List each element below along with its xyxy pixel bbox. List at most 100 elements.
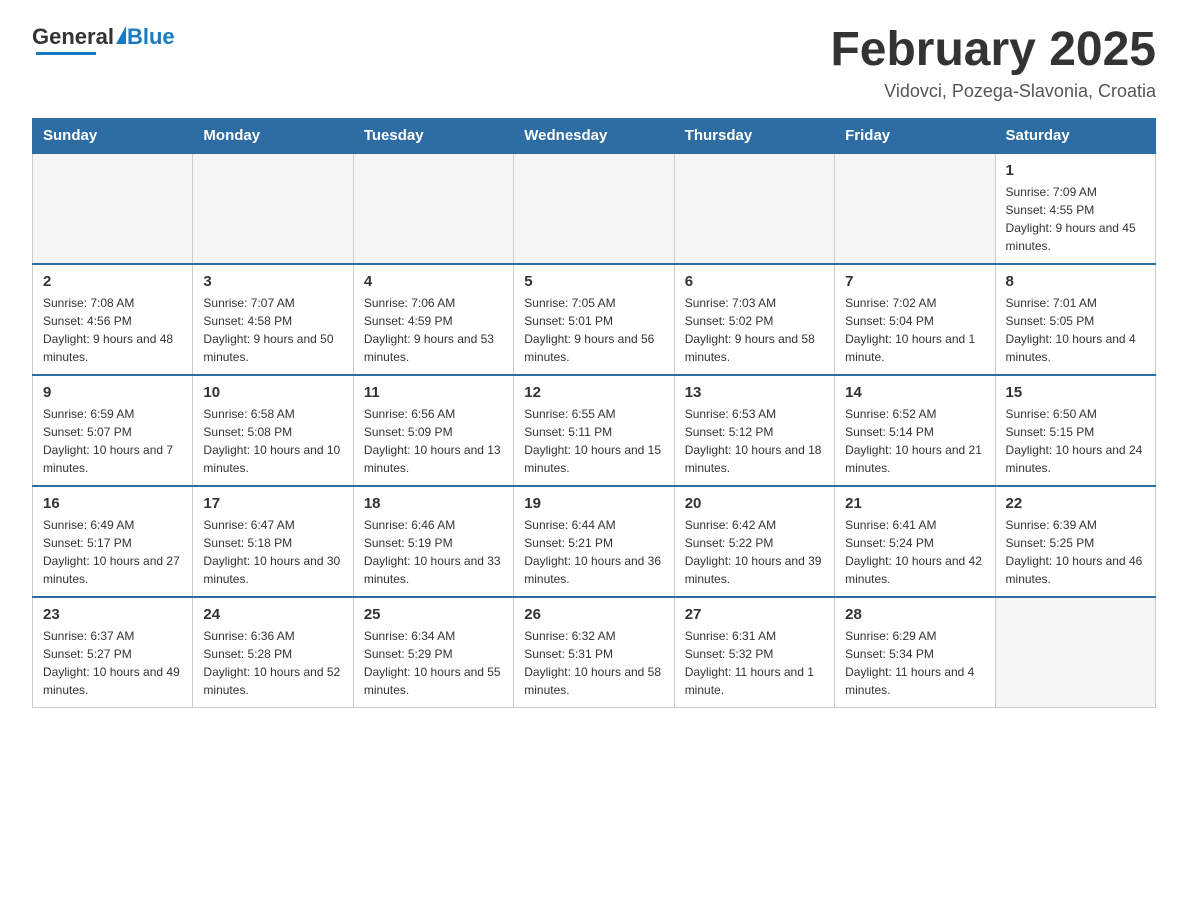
day-info: Sunrise: 6:49 AMSunset: 5:17 PMDaylight:… (43, 516, 182, 588)
day-number: 22 (1006, 495, 1145, 512)
calendar-cell (193, 153, 353, 264)
logo: General Blue (32, 24, 175, 55)
calendar-cell: 20 Sunrise: 6:42 AMSunset: 5:22 PMDayligh… (674, 486, 834, 597)
calendar-cell: 3 Sunrise: 7:07 AMSunset: 4:58 PMDaylight… (193, 264, 353, 375)
logo-general-text: General (32, 24, 114, 50)
calendar-cell: 21 Sunrise: 6:41 AMSunset: 5:24 PMDayligh… (835, 486, 995, 597)
col-saturday: Saturday (995, 118, 1155, 153)
day-info: Sunrise: 7:07 AMSunset: 4:58 PMDaylight:… (203, 294, 342, 366)
calendar-cell: 10 Sunrise: 6:58 AMSunset: 5:08 PMDayligh… (193, 375, 353, 486)
day-number: 14 (845, 384, 984, 401)
day-number: 27 (685, 606, 824, 623)
day-number: 21 (845, 495, 984, 512)
calendar-cell: 5 Sunrise: 7:05 AMSunset: 5:01 PMDaylight… (514, 264, 674, 375)
calendar-cell: 15Sunrise: 6:50 AMSunset: 5:15 PMDayligh… (995, 375, 1155, 486)
calendar-cell: 17 Sunrise: 6:47 AMSunset: 5:18 PMDayligh… (193, 486, 353, 597)
calendar-cell: 28Sunrise: 6:29 AMSunset: 5:34 PMDayligh… (835, 597, 995, 708)
day-number: 13 (685, 384, 824, 401)
day-info: Sunrise: 6:50 AMSunset: 5:15 PMDaylight:… (1006, 405, 1145, 477)
calendar-cell: 6 Sunrise: 7:03 AMSunset: 5:02 PMDaylight… (674, 264, 834, 375)
day-number: 24 (203, 606, 342, 623)
day-number: 19 (524, 495, 663, 512)
day-info: Sunrise: 6:42 AMSunset: 5:22 PMDaylight:… (685, 516, 824, 588)
calendar-cell: 16 Sunrise: 6:49 AMSunset: 5:17 PMDayligh… (33, 486, 193, 597)
logo-underline (36, 52, 96, 55)
day-info: Sunrise: 6:39 AMSunset: 5:25 PMDaylight:… (1006, 516, 1145, 588)
day-number: 26 (524, 606, 663, 623)
day-number: 5 (524, 273, 663, 290)
col-sunday: Sunday (33, 118, 193, 153)
calendar-cell (835, 153, 995, 264)
day-number: 16 (43, 495, 182, 512)
logo-triangle-icon (116, 26, 126, 44)
day-info: Sunrise: 6:31 AMSunset: 5:32 PMDaylight:… (685, 627, 824, 699)
calendar-header-row: Sunday Monday Tuesday Wednesday Thursday… (33, 118, 1156, 153)
col-tuesday: Tuesday (353, 118, 513, 153)
day-number: 25 (364, 606, 503, 623)
calendar-cell: 22 Sunrise: 6:39 AMSunset: 5:25 PMDayligh… (995, 486, 1155, 597)
day-info: Sunrise: 7:06 AMSunset: 4:59 PMDaylight:… (364, 294, 503, 366)
calendar-cell: 19 Sunrise: 6:44 AMSunset: 5:21 PMDayligh… (514, 486, 674, 597)
calendar-cell: 11 Sunrise: 6:56 AMSunset: 5:09 PMDayligh… (353, 375, 513, 486)
day-info: Sunrise: 6:53 AMSunset: 5:12 PMDaylight:… (685, 405, 824, 477)
day-number: 10 (203, 384, 342, 401)
day-info: Sunrise: 6:47 AMSunset: 5:18 PMDaylight:… (203, 516, 342, 588)
day-info: Sunrise: 6:55 AMSunset: 5:11 PMDaylight:… (524, 405, 663, 477)
day-info: Sunrise: 6:58 AMSunset: 5:08 PMDaylight:… (203, 405, 342, 477)
day-number: 7 (845, 273, 984, 290)
calendar-cell: 2 Sunrise: 7:08 AMSunset: 4:56 PMDaylight… (33, 264, 193, 375)
calendar-cell: 9 Sunrise: 6:59 AMSunset: 5:07 PMDaylight… (33, 375, 193, 486)
week-row-4: 16 Sunrise: 6:49 AMSunset: 5:17 PMDayligh… (33, 486, 1156, 597)
calendar-cell: 14 Sunrise: 6:52 AMSunset: 5:14 PMDayligh… (835, 375, 995, 486)
day-number: 4 (364, 273, 503, 290)
calendar-cell: 13 Sunrise: 6:53 AMSunset: 5:12 PMDayligh… (674, 375, 834, 486)
day-info: Sunrise: 7:05 AMSunset: 5:01 PMDaylight:… (524, 294, 663, 366)
day-info: Sunrise: 7:08 AMSunset: 4:56 PMDaylight:… (43, 294, 182, 366)
day-info: Sunrise: 6:52 AMSunset: 5:14 PMDaylight:… (845, 405, 984, 477)
day-number: 18 (364, 495, 503, 512)
day-number: 17 (203, 495, 342, 512)
day-info: Sunrise: 7:03 AMSunset: 5:02 PMDaylight:… (685, 294, 824, 366)
calendar-cell: 27 Sunrise: 6:31 AMSunset: 5:32 PMDayligh… (674, 597, 834, 708)
col-monday: Monday (193, 118, 353, 153)
col-friday: Friday (835, 118, 995, 153)
week-row-2: 2 Sunrise: 7:08 AMSunset: 4:56 PMDaylight… (33, 264, 1156, 375)
calendar-cell: 25 Sunrise: 6:34 AMSunset: 5:29 PMDayligh… (353, 597, 513, 708)
day-info: Sunrise: 6:59 AMSunset: 5:07 PMDaylight:… (43, 405, 182, 477)
day-info: Sunrise: 6:34 AMSunset: 5:29 PMDaylight:… (364, 627, 503, 699)
week-row-5: 23 Sunrise: 6:37 AMSunset: 5:27 PMDayligh… (33, 597, 1156, 708)
calendar-cell: 23 Sunrise: 6:37 AMSunset: 5:27 PMDayligh… (33, 597, 193, 708)
calendar-cell: 18Sunrise: 6:46 AMSunset: 5:19 PMDayligh… (353, 486, 513, 597)
day-number: 2 (43, 273, 182, 290)
calendar-cell: 26 Sunrise: 6:32 AMSunset: 5:31 PMDayligh… (514, 597, 674, 708)
day-number: 28 (845, 606, 984, 623)
calendar-cell: 24 Sunrise: 6:36 AMSunset: 5:28 PMDayligh… (193, 597, 353, 708)
col-thursday: Thursday (674, 118, 834, 153)
day-info: Sunrise: 6:37 AMSunset: 5:27 PMDaylight:… (43, 627, 182, 699)
calendar-table: Sunday Monday Tuesday Wednesday Thursday… (32, 118, 1156, 708)
location: Vidovci, Pozega-Slavonia, Croatia (830, 81, 1156, 102)
calendar-cell: 8 Sunrise: 7:01 AMSunset: 5:05 PMDaylight… (995, 264, 1155, 375)
day-number: 8 (1006, 273, 1145, 290)
day-number: 11 (364, 384, 503, 401)
day-info: Sunrise: 6:56 AMSunset: 5:09 PMDaylight:… (364, 405, 503, 477)
day-number: 23 (43, 606, 182, 623)
page-header: General Blue February 2025 Vidovci, Poze… (32, 24, 1156, 102)
day-number: 6 (685, 273, 824, 290)
day-info: Sunrise: 6:36 AMSunset: 5:28 PMDaylight:… (203, 627, 342, 699)
day-info: Sunrise: 7:01 AMSunset: 5:05 PMDaylight:… (1006, 294, 1145, 366)
day-number: 20 (685, 495, 824, 512)
day-number: 1 (1006, 162, 1145, 179)
calendar-cell: 1Sunrise: 7:09 AMSunset: 4:55 PMDaylight… (995, 153, 1155, 264)
week-row-1: 1Sunrise: 7:09 AMSunset: 4:55 PMDaylight… (33, 153, 1156, 264)
day-number: 9 (43, 384, 182, 401)
day-number: 3 (203, 273, 342, 290)
logo-blue-text: Blue (127, 24, 175, 50)
day-info: Sunrise: 6:32 AMSunset: 5:31 PMDaylight:… (524, 627, 663, 699)
calendar-cell (674, 153, 834, 264)
day-info: Sunrise: 6:41 AMSunset: 5:24 PMDaylight:… (845, 516, 984, 588)
day-info: Sunrise: 6:44 AMSunset: 5:21 PMDaylight:… (524, 516, 663, 588)
week-row-3: 9 Sunrise: 6:59 AMSunset: 5:07 PMDaylight… (33, 375, 1156, 486)
day-info: Sunrise: 7:02 AMSunset: 5:04 PMDaylight:… (845, 294, 984, 366)
month-title: February 2025 (830, 24, 1156, 77)
